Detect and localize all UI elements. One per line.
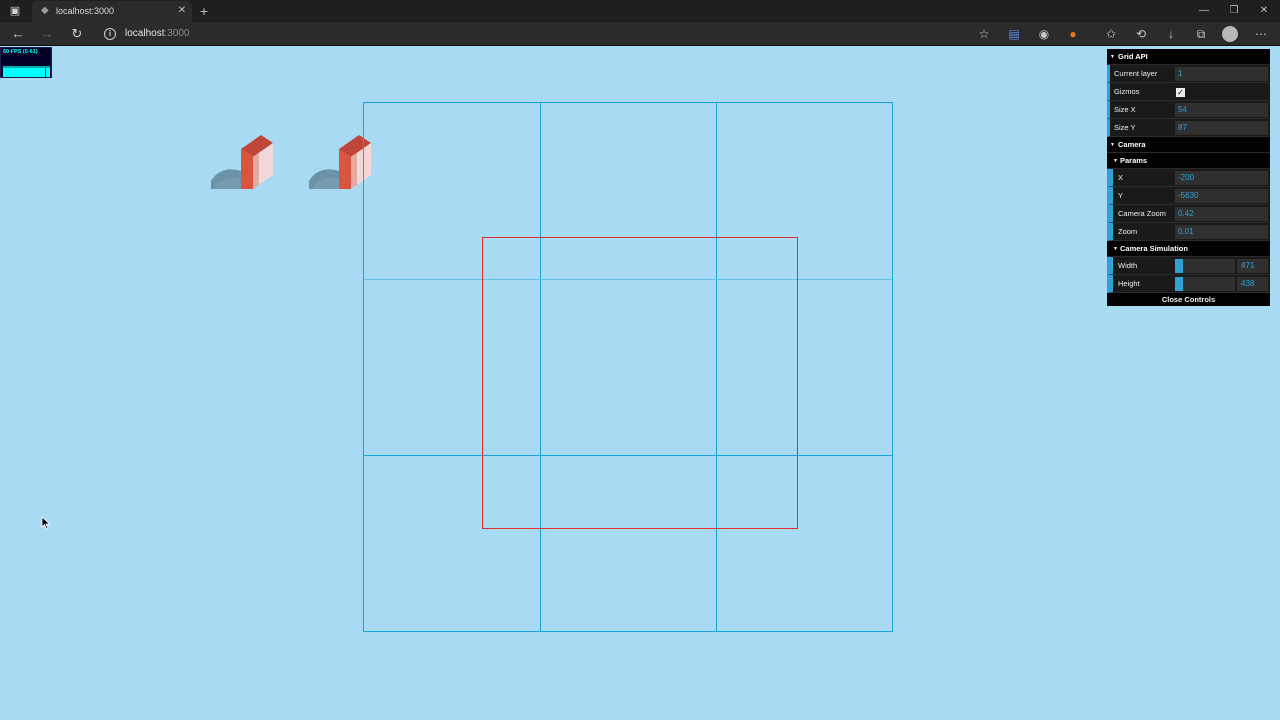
reload-icon[interactable]: ↻ xyxy=(68,25,86,43)
folder-expanded-icon: ▼ xyxy=(1113,158,1118,164)
tab-close-icon[interactable]: ✕ xyxy=(176,5,188,17)
gizmos-checkbox[interactable]: ✓ xyxy=(1176,88,1185,97)
minimize-icon[interactable]: — xyxy=(1196,3,1212,19)
collections-icon[interactable]: ⧉ xyxy=(1192,25,1210,43)
history-icon[interactable]: ⟲ xyxy=(1132,25,1150,43)
new-tab-icon[interactable]: + xyxy=(196,3,212,19)
folder-title: Camera xyxy=(1118,140,1146,149)
extension-icon[interactable]: ◉ xyxy=(1035,25,1053,43)
window-close-icon[interactable]: ✕ xyxy=(1256,3,1272,19)
folder-params[interactable]: ▼ Params xyxy=(1107,153,1270,169)
close-controls-button[interactable]: Close Controls xyxy=(1107,293,1270,306)
control-label: Zoom xyxy=(1118,227,1138,236)
camera-simulation-rect xyxy=(482,237,798,529)
control-camera-zoom: Camera Zoom 0.42 xyxy=(1107,205,1270,223)
tab-actions-icon[interactable]: ▣ xyxy=(8,4,22,18)
folder-title: Params xyxy=(1120,156,1148,165)
camera-x-input[interactable]: -200 xyxy=(1175,171,1268,185)
control-gizmos: Gizmos ✓ xyxy=(1107,83,1270,101)
folder-expanded-icon: ▼ xyxy=(1110,54,1115,60)
favorites-icon[interactable]: ✩ xyxy=(1102,25,1120,43)
folder-grid-api[interactable]: ▼ Grid API xyxy=(1107,49,1270,65)
control-label: Gizmos xyxy=(1114,87,1140,96)
camera-y-input[interactable]: -5630 xyxy=(1175,189,1268,203)
fps-graph xyxy=(3,66,50,77)
control-label: Current layer xyxy=(1114,69,1158,78)
browser-nav-bar: ← → ↻ i localhost:3000 ☆ ▤ ◉ ● ✩ ⟲ ↓ ⧉ ⋯ xyxy=(0,22,1280,46)
downloads-icon[interactable]: ↓ xyxy=(1162,25,1180,43)
control-height: Height 438 xyxy=(1107,275,1270,293)
control-label: Camera Zoom xyxy=(1118,209,1166,218)
folder-expanded-icon: ▼ xyxy=(1110,142,1115,148)
control-label: Size Y xyxy=(1114,123,1136,132)
zoom-input[interactable]: 0.01 xyxy=(1175,225,1268,239)
control-label: Height xyxy=(1118,279,1140,288)
more-menu-icon[interactable]: ⋯ xyxy=(1252,25,1270,43)
translate-icon[interactable]: ▤ xyxy=(1005,25,1023,43)
browser-tab-bar: ▣ ◆ localhost:3000 ✕ + — ❐ ✕ xyxy=(0,0,1280,22)
url-host: localhost xyxy=(125,28,165,39)
restore-icon[interactable]: ❐ xyxy=(1226,3,1242,19)
control-width: Width 471 xyxy=(1107,257,1270,275)
control-label: Width xyxy=(1118,261,1138,270)
control-y: Y -5630 xyxy=(1107,187,1270,205)
page-favicon-icon: ◆ xyxy=(41,5,49,16)
wall-tile-sprite xyxy=(211,135,273,189)
control-size-y: Size Y 87 xyxy=(1107,119,1270,137)
game-canvas[interactable]: 60 FPS (0-61) ▼Grid API Current layer 1 xyxy=(0,47,1280,720)
fps-stats-panel[interactable]: 60 FPS (0-61) xyxy=(0,47,52,78)
current-layer-input[interactable]: 1 xyxy=(1175,67,1268,81)
control-label: X xyxy=(1118,173,1124,182)
extension-orange-icon[interactable]: ● xyxy=(1064,25,1082,43)
folder-camera-simulation[interactable]: ▼ Camera Simulation xyxy=(1107,241,1270,257)
control-size-x: Size X 54 xyxy=(1107,101,1270,119)
url-port: :3000 xyxy=(164,28,190,39)
site-info-icon[interactable]: i xyxy=(104,28,116,40)
folder-title: Grid API xyxy=(1118,52,1148,61)
control-current-layer: Current layer 1 xyxy=(1107,65,1270,83)
folder-expanded-icon: ▼ xyxy=(1113,246,1118,252)
control-label: Size X xyxy=(1114,105,1136,114)
height-value-input[interactable]: 438 xyxy=(1237,277,1268,291)
folder-camera[interactable]: ▼ Camera xyxy=(1107,137,1270,153)
folder-title: Camera Simulation xyxy=(1120,244,1188,253)
fps-label: 60 FPS (0-61) xyxy=(3,49,38,55)
browser-tab[interactable]: ◆ localhost:3000 ✕ xyxy=(32,1,192,22)
width-value-input[interactable]: 471 xyxy=(1237,259,1268,273)
favorite-star-icon[interactable]: ☆ xyxy=(975,25,993,43)
control-x: X -200 xyxy=(1107,169,1270,187)
mouse-cursor-icon xyxy=(41,516,51,530)
slider-fill xyxy=(1175,277,1184,291)
controls-panel: ▼ Grid API Current layer 1 Gizmos ✓ Size … xyxy=(1107,49,1270,306)
camera-zoom-input[interactable]: 0.42 xyxy=(1175,207,1268,221)
address-bar[interactable]: localhost:3000 xyxy=(125,27,190,41)
width-slider[interactable] xyxy=(1175,259,1235,273)
tab-title: localhost:3000 xyxy=(56,6,115,16)
control-zoom: Zoom 0.01 xyxy=(1107,223,1270,241)
height-slider[interactable] xyxy=(1175,277,1235,291)
size-y-input[interactable]: 87 xyxy=(1175,121,1268,135)
profile-avatar[interactable] xyxy=(1222,26,1238,42)
forward-icon[interactable]: → xyxy=(38,25,56,43)
slider-fill xyxy=(1175,259,1184,273)
back-icon[interactable]: ← xyxy=(9,25,27,43)
size-x-input[interactable]: 54 xyxy=(1175,103,1268,117)
control-label: Y xyxy=(1118,191,1124,200)
